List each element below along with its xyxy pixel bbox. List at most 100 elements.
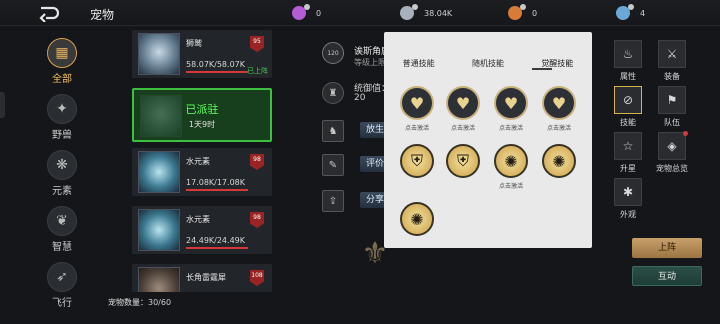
heart-plus-icon: ♥ (409, 93, 425, 113)
pet-count-value: 30/60 (148, 298, 172, 307)
edge-tab[interactable] (0, 92, 5, 118)
skill-icon: ⊘ (614, 86, 642, 114)
nav-label: 全部 (52, 74, 72, 85)
swords-icon: ⚔ (658, 40, 686, 68)
currency-value: 38.04K (424, 8, 453, 18)
pet-card[interactable]: 长角雷霆犀 108 (132, 264, 272, 292)
nav-label: 飞行 (52, 298, 72, 309)
command-icon: ♜ (322, 82, 344, 104)
menu-label: 宠物总览 (656, 164, 688, 173)
currency-value: 4 (640, 8, 646, 18)
currency-value: 0 (316, 8, 322, 18)
pet-count-label: 宠物数量： (108, 298, 148, 307)
menu-appearance[interactable]: ✱ 外观 (612, 178, 644, 220)
back-arrow-icon (39, 6, 60, 23)
orange-gem-icon (508, 4, 526, 20)
menu-pet-overview[interactable]: ◈ 宠物总览 (656, 131, 688, 174)
skill-tabs: 普通技能 随机技能 觉醒技能 (384, 58, 592, 69)
currency-purple[interactable]: 0 (292, 4, 321, 22)
status-label: 已上阵 (247, 67, 268, 75)
menu-label: 队伍 (664, 118, 680, 127)
pet-hp-bar (186, 247, 248, 249)
skill-slot[interactable]: ⛨ (446, 144, 480, 178)
shield-icon: ⛨ (456, 151, 469, 170)
stat-value: 20 (354, 93, 366, 103)
grid-icon: ▦ (47, 38, 77, 68)
orb-icon: ✺ (410, 209, 424, 229)
wisdom-icon: ❦ (47, 206, 77, 236)
skill-slot[interactable]: ✺ (542, 144, 576, 178)
menu-label: 技能 (620, 118, 636, 127)
dispatch-status: 已派驻 (185, 102, 219, 116)
skill-slot[interactable]: ✺ (494, 144, 528, 178)
skill-slot[interactable]: ♥ (446, 86, 480, 120)
tab-normal-skill[interactable]: 普通技能 (403, 58, 435, 69)
pet-card-selected[interactable]: 已派驻 1天9时 (132, 88, 272, 142)
heart-plus-icon: ♥ (503, 93, 519, 113)
heart-plus-icon: ♥ (455, 93, 471, 113)
skill-caption: 点击激活 (404, 125, 429, 132)
purple-gem-icon (292, 4, 310, 20)
currency-silver[interactable]: 38.04K (400, 4, 452, 22)
menu-label: 属性 (620, 72, 636, 81)
menu-star-up[interactable]: ☆ 升星 (612, 132, 644, 174)
skill-slot[interactable]: ⛨ (400, 144, 434, 178)
menu-attributes[interactable]: ♨ 属性 (612, 40, 644, 82)
pet-card[interactable]: 水元素 24.49K/24.49K 98 (132, 206, 272, 254)
nav-item-flight[interactable]: ➶ 飞行 (44, 262, 80, 309)
pet-card[interactable]: 狮鹫 58.07K/58.07K 95 已上阵 (132, 30, 272, 78)
orb-icon: ✺ (552, 151, 566, 171)
dispatch-overlay: 已派驻 1天9时 (134, 90, 270, 140)
level-cap-badge: 120 (322, 42, 344, 64)
currency-orange[interactable]: 0 (508, 4, 537, 22)
deploy-button[interactable]: 上阵 (632, 238, 702, 258)
back-button[interactable] (38, 4, 60, 23)
tab-random-skill[interactable]: 随机技能 (472, 58, 504, 69)
pet-card[interactable]: 水元素 17.08K/17.08K 98 (132, 148, 272, 196)
pet-portrait (138, 151, 180, 193)
level-badge: 98 (250, 212, 264, 228)
menu-label: 装备 (664, 72, 680, 81)
menu-equipment[interactable]: ⚔ 装备 (656, 40, 688, 82)
level-badge: 108 (250, 270, 264, 286)
shield-icon: ⛨ (410, 151, 423, 170)
notification-dot (683, 131, 688, 136)
flag-icon: ⚑ (658, 86, 686, 114)
rate-icon: ✎ (322, 154, 344, 176)
skill-slot[interactable]: ♥ (400, 86, 434, 120)
beast-icon: ✦ (47, 94, 77, 124)
skill-slot[interactable]: ♥ (494, 86, 528, 120)
nav-item-all[interactable]: ▦ 全部 (44, 38, 80, 85)
menu-skills[interactable]: ⊘ 技能 (612, 86, 644, 128)
nav-label: 智慧 (52, 242, 72, 253)
flight-icon: ➶ (47, 262, 77, 292)
dispatch-timer: 1天9时 (188, 119, 216, 129)
level-badge: 98 (250, 154, 264, 170)
level-cap-text: 等级上限 (354, 58, 386, 67)
top-bar: 宠物 0 38.04K 0 4 (0, 0, 720, 26)
nav-item-wisdom[interactable]: ❦ 智慧 (44, 206, 80, 253)
pet-hp-bar (186, 71, 248, 73)
menu-label: 升星 (620, 164, 636, 173)
currency-blue[interactable]: 4 (616, 4, 645, 22)
pet-hp: 58.07K/58.07K (186, 60, 245, 69)
pet-portrait (138, 209, 180, 251)
interact-button[interactable]: 互动 (632, 266, 702, 286)
skill-slot[interactable]: ✺ (400, 202, 434, 236)
pet-count: 宠物数量：30/60 (108, 297, 171, 308)
skill-caption: 点击激活 (498, 125, 523, 132)
skill-slot[interactable]: ♥ (542, 86, 576, 120)
pet-name: 水元素 (186, 215, 210, 224)
silver-gem-icon (400, 4, 418, 20)
element-icon: ❋ (47, 150, 77, 180)
nav-item-element[interactable]: ❋ 元素 (44, 150, 80, 197)
pet-list[interactable]: 狮鹫 58.07K/58.07K 95 已上阵 已派驻 1天9时 水元素 17.… (128, 30, 278, 292)
fire-icon: ♨ (614, 40, 642, 68)
orb-icon: ✺ (504, 151, 518, 171)
nav-label: 元素 (52, 186, 72, 197)
menu-team[interactable]: ⚑ 队伍 (656, 86, 688, 128)
pet-name: 长角雷霆犀 (186, 273, 226, 282)
skill-caption: 点击激活 (450, 125, 475, 132)
nav-item-beast[interactable]: ✦ 野兽 (44, 94, 80, 141)
pet-hp: 17.08K/17.08K (186, 178, 245, 187)
